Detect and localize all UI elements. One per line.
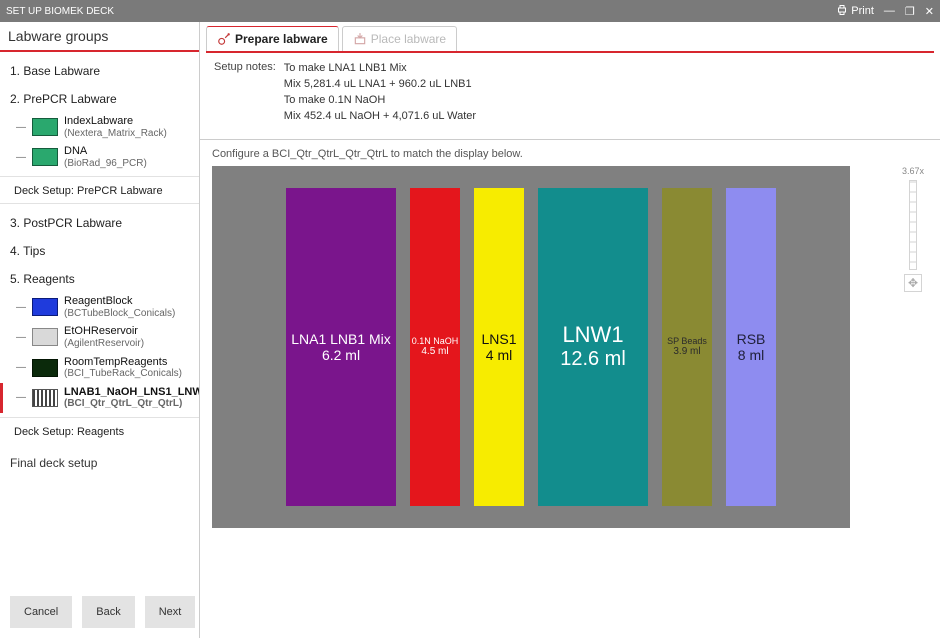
collapse-icon[interactable]: — xyxy=(16,332,26,343)
tube-label: RSB xyxy=(737,331,766,347)
labware-item-indexlabware[interactable]: — IndexLabware (Nextera_Matrix_Rack) xyxy=(0,112,199,142)
titlebar-buttons: Print — ❐ ✕ xyxy=(836,4,934,19)
tube-volume: 12.6 ml xyxy=(560,348,626,371)
labware-icon xyxy=(32,389,58,407)
next-button[interactable]: Next xyxy=(145,596,196,628)
labware-sub: (Nextera_Matrix_Rack) xyxy=(64,128,167,140)
labware-name: IndexLabware xyxy=(64,115,167,128)
labware-item-reagentblock[interactable]: — ReagentBlock (BCTubeBlock_Conicals) xyxy=(0,292,199,322)
final-deck-setup[interactable]: Final deck setup xyxy=(0,448,199,478)
sidebar-footer: Cancel Back Next xyxy=(0,586,199,638)
labware-icon xyxy=(32,359,58,377)
tube-0-1n-naoh: 0.1N NaOH4.5 ml xyxy=(410,188,460,506)
tube-lns1: LNS14 ml xyxy=(474,188,524,506)
tabs: Prepare labware Place labware xyxy=(206,26,934,53)
tube-label: LNW1 xyxy=(562,322,623,348)
group-tips[interactable]: 4. Tips xyxy=(0,236,199,264)
tube-sp-beads: SP Beads3.9 ml xyxy=(662,188,712,506)
setup-notes: Setup notes: To make LNA1 LNB1 Mix Mix 5… xyxy=(200,53,940,133)
tube-label: SP Beads xyxy=(667,336,707,346)
prepare-icon xyxy=(217,32,231,46)
labware-name: ReagentBlock xyxy=(64,295,175,308)
tab-prepare-labware[interactable]: Prepare labware xyxy=(206,26,339,51)
tube-label: LNA1 LNB1 Mix xyxy=(291,331,391,347)
cancel-button[interactable]: Cancel xyxy=(10,596,72,628)
print-button[interactable]: Print xyxy=(836,4,874,19)
close-button[interactable]: ✕ xyxy=(925,5,934,18)
tube-volume: 8 ml xyxy=(738,347,764,363)
tab-place-label: Place labware xyxy=(371,32,446,46)
labware-icon xyxy=(32,118,58,136)
tube-label: 0.1N NaOH xyxy=(412,336,459,346)
config-instruction: Configure a BCI_Qtr_QtrL_Qtr_QtrL to mat… xyxy=(212,148,928,160)
maximize-button[interactable]: ❐ xyxy=(905,5,915,18)
content-area: Prepare labware Place labware Setup note… xyxy=(200,22,940,638)
labware-sub: (AgilentReservoir) xyxy=(64,338,144,350)
setup-note-line: To make LNA1 LNB1 Mix xyxy=(284,61,476,77)
setup-notes-body: To make LNA1 LNB1 Mix Mix 5,281.4 uL LNA… xyxy=(284,61,476,125)
labware-sub: (BioRad_96_PCR) xyxy=(64,158,147,170)
group-base-labware[interactable]: 1. Base Labware xyxy=(0,56,199,84)
labware-sub: (BCTubeBlock_Conicals) xyxy=(64,308,175,320)
tab-place-labware[interactable]: Place labware xyxy=(342,26,457,51)
tube-volume: 6.2 ml xyxy=(322,347,360,363)
main-layout: Labware groups 1. Base Labware 2. PrePCR… xyxy=(0,22,940,638)
collapse-icon[interactable]: — xyxy=(16,122,26,133)
tube-lnw1: LNW112.6 ml xyxy=(538,188,648,506)
sidebar-content: 1. Base Labware 2. PrePCR Labware — Inde… xyxy=(0,52,199,586)
collapse-icon[interactable]: — xyxy=(16,302,26,313)
minimize-button[interactable]: — xyxy=(884,5,895,17)
title-bar: SET UP BIOMEK DECK Print — ❐ ✕ xyxy=(0,0,940,22)
collapse-icon[interactable]: — xyxy=(16,152,26,163)
window-title: SET UP BIOMEK DECK xyxy=(6,6,836,17)
labware-icon xyxy=(32,298,58,316)
deck-setup-reagents[interactable]: Deck Setup: Reagents xyxy=(0,417,199,444)
labware-name: RoomTempReagents xyxy=(64,356,182,369)
tab-prepare-label: Prepare labware xyxy=(235,32,328,46)
labware-icon xyxy=(32,328,58,346)
labware-name: EtOHReservoir xyxy=(64,325,144,338)
deck-wrap: LNA1 LNB1 Mix6.2 ml 0.1N NaOH4.5 ml LNS14 … xyxy=(212,166,928,528)
sidebar-header: Labware groups xyxy=(0,22,199,52)
group-reagents[interactable]: 5. Reagents xyxy=(0,264,199,292)
config-area: Configure a BCI_Qtr_QtrL_Qtr_QtrL to mat… xyxy=(200,139,940,638)
group-postpcr-labware[interactable]: 3. PostPCR Labware xyxy=(0,208,199,236)
print-label: Print xyxy=(851,5,874,17)
collapse-icon[interactable]: — xyxy=(16,392,26,403)
place-icon xyxy=(353,32,367,46)
tube-volume: 3.9 ml xyxy=(673,346,700,357)
labware-item-etohreservoir[interactable]: — EtOHReservoir (AgilentReservoir) xyxy=(0,322,199,352)
labware-item-dna[interactable]: — DNA (BioRad_96_PCR) xyxy=(0,142,199,172)
sidebar: Labware groups 1. Base Labware 2. PrePCR… xyxy=(0,22,200,638)
setup-notes-label: Setup notes: xyxy=(214,61,276,125)
setup-note-line: Mix 5,281.4 uL LNA1 + 960.2 uL LNB1 xyxy=(284,77,476,93)
zoom-controls: 3.67x ✥ xyxy=(902,166,928,292)
setup-note-line: To make 0.1N NaOH xyxy=(284,93,476,109)
print-icon xyxy=(836,4,848,19)
labware-item-lnab1-selected[interactable]: — LNAB1_NaOH_LNS1_LNW1_SP_RSB (BCI_Qtr_Q… xyxy=(0,383,199,413)
back-button[interactable]: Back xyxy=(82,596,134,628)
labware-icon xyxy=(32,148,58,166)
labware-name: LNAB1_NaOH_LNS1_LNW1_SP_RSB xyxy=(64,386,199,399)
deck-setup-prepcr[interactable]: Deck Setup: PrePCR Labware xyxy=(0,176,199,204)
tube-lna1-lnb1-mix: LNA1 LNB1 Mix6.2 ml xyxy=(286,188,396,506)
tube-rsb: RSB8 ml xyxy=(726,188,776,506)
tube-volume: 4 ml xyxy=(486,347,512,363)
setup-note-line: Mix 452.4 uL NaOH + 4,071.6 uL Water xyxy=(284,109,476,125)
zoom-value: 3.67x xyxy=(902,166,924,176)
group-prepcr-labware[interactable]: 2. PrePCR Labware xyxy=(0,84,199,112)
zoom-slider[interactable] xyxy=(909,180,917,270)
pan-control[interactable]: ✥ xyxy=(904,274,922,292)
collapse-icon[interactable]: — xyxy=(16,362,26,373)
labware-sub: (BCI_TubeRack_Conicals) xyxy=(64,368,182,380)
labware-name: DNA xyxy=(64,145,147,158)
tube-volume: 4.5 ml xyxy=(421,346,448,357)
tube-rack-display: LNA1 LNB1 Mix6.2 ml 0.1N NaOH4.5 ml LNS14 … xyxy=(212,166,850,528)
tube-label: LNS1 xyxy=(481,331,516,347)
labware-sub: (BCI_Qtr_QtrL_Qtr_QtrL) xyxy=(64,398,199,410)
labware-item-roomtempreagents[interactable]: — RoomTempReagents (BCI_TubeRack_Conical… xyxy=(0,353,199,383)
